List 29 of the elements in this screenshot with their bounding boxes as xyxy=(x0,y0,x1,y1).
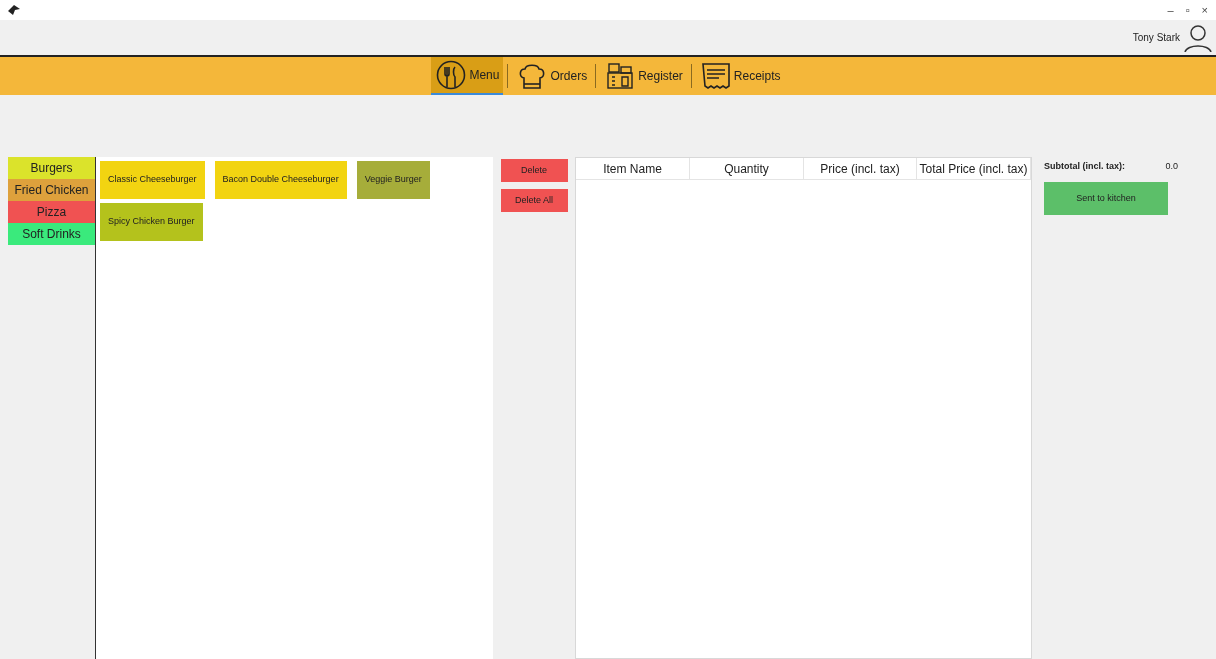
nav-tab[interactable]: Receipts xyxy=(695,57,785,95)
nav-tab[interactable]: Register xyxy=(600,57,687,95)
product-button[interactable]: Spicy Chicken Burger xyxy=(100,203,203,241)
column-header[interactable]: Price (incl. tax) xyxy=(804,158,917,179)
column-header[interactable]: Item Name xyxy=(576,158,690,179)
category-button[interactable]: Fried Chicken xyxy=(8,179,95,201)
delete-button[interactable]: Delete All xyxy=(500,189,568,212)
product-button[interactable]: Classic Cheeseburger xyxy=(100,161,205,199)
category-button[interactable]: Burgers xyxy=(8,157,95,179)
send-to-kitchen-button[interactable]: Sent to kitchen xyxy=(1044,182,1168,215)
user-name: Tony Stark xyxy=(1132,31,1180,45)
user-icon xyxy=(1184,23,1212,52)
product-button[interactable]: Bacon Double Cheeseburger xyxy=(214,161,347,199)
subtotal-label: Subtotal (incl. tax): xyxy=(1044,160,1125,174)
nav-tab[interactable]: Orders xyxy=(512,57,592,95)
column-header[interactable]: Quantity xyxy=(690,158,804,179)
subtotal-value: 0.0 xyxy=(1165,160,1178,174)
category-button[interactable]: Soft Drinks xyxy=(8,223,95,245)
cutlery-icon xyxy=(435,60,468,90)
receipt-icon xyxy=(699,61,732,91)
product-button[interactable]: Veggie Burger xyxy=(356,161,430,199)
column-header[interactable]: Total Price (incl. tax) xyxy=(917,158,1031,179)
nav-tab[interactable]: Menu xyxy=(431,57,504,95)
delete-button[interactable]: Delete xyxy=(500,159,568,182)
window-control[interactable]: × xyxy=(1201,1,1208,19)
app-icon xyxy=(8,5,20,15)
window-control[interactable]: ▫ xyxy=(1185,1,1190,19)
window-control[interactable]: – xyxy=(1167,1,1174,19)
category-button[interactable]: Pizza xyxy=(8,201,95,223)
